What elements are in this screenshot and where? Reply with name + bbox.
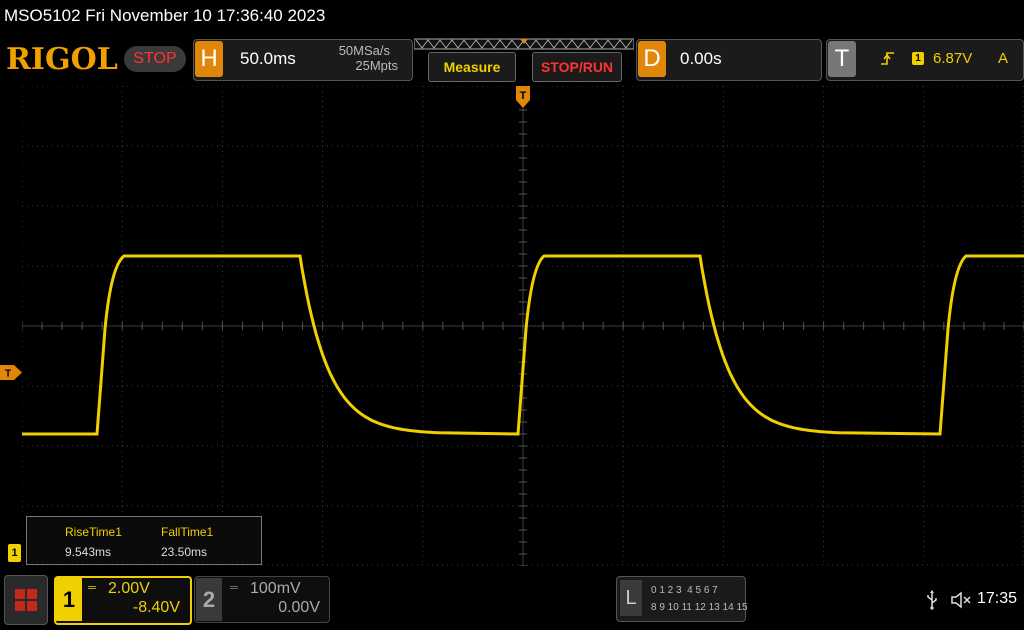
trigger-source-badge: 1 — [912, 52, 924, 65]
horizontal-letter: H — [195, 41, 223, 77]
ch1-offset: -8.40V — [132, 599, 180, 616]
sample-rate: 50MSa/s — [338, 43, 390, 58]
usb-icon — [927, 590, 937, 610]
rigol-logo: RIGOL — [6, 42, 118, 77]
rise-time-label: RiseTime1 — [65, 525, 122, 539]
trigger-level-value: 6.87V — [933, 50, 973, 67]
trigger-mode: A — [998, 50, 1009, 67]
speaker-muted-icon[interactable] — [951, 591, 973, 609]
delay-value: 0.00s — [680, 49, 722, 68]
logic-channels-row2: 8 9 10 11 12 13 14 15 — [651, 602, 748, 613]
measurement-panel[interactable]: RiseTime1 9.543ms FallTime1 23.50ms — [26, 516, 262, 565]
memory-timeline[interactable] — [414, 38, 634, 50]
ch2-offset: 0.00V — [278, 599, 320, 616]
fall-time-label: FallTime1 — [161, 525, 214, 539]
timebase-value: 50.0ms — [240, 49, 296, 68]
stop-run-button[interactable]: STOP/RUN — [532, 52, 622, 82]
clock: 17:35 — [977, 590, 1018, 607]
home-menu-button[interactable] — [4, 575, 48, 625]
ch2-scale: 100mV — [250, 580, 301, 597]
trigger-position-marker[interactable]: T — [516, 86, 530, 110]
ch1-ground-marker[interactable]: 1 — [8, 544, 21, 562]
run-state-badge[interactable]: STOP — [124, 46, 186, 72]
fall-time-value: 23.50ms — [161, 545, 208, 559]
svg-text:T: T — [520, 90, 527, 102]
ch1-scale: 2.00V — [108, 580, 150, 597]
trigger-level-marker[interactable]: T — [0, 365, 22, 380]
delay-letter: D — [638, 41, 666, 77]
graticule — [22, 86, 1024, 566]
waveform-display[interactable] — [22, 86, 1024, 566]
logic-analyzer-letter: L — [620, 580, 642, 616]
device-title: MSO5102 Fri November 10 17:36:40 2023 — [4, 6, 326, 25]
memory-depth: 25Mpts — [355, 58, 398, 73]
rise-time-value: 9.543ms — [65, 545, 112, 559]
rising-edge-icon — [881, 52, 894, 65]
ch1-dc-coupling-icon: ═ — [88, 582, 96, 594]
ch2-number: 2 — [196, 578, 222, 621]
logic-channels-row1: 0 1 2 3 4 5 6 7 — [651, 585, 718, 596]
ch1-number: 1 — [56, 578, 82, 621]
trigger-letter: T — [828, 41, 856, 77]
grid-menu-icon — [15, 589, 37, 611]
ch2-dc-coupling-icon: ═ — [230, 582, 238, 594]
svg-text:T: T — [5, 369, 11, 380]
measure-button[interactable]: Measure — [428, 52, 516, 82]
